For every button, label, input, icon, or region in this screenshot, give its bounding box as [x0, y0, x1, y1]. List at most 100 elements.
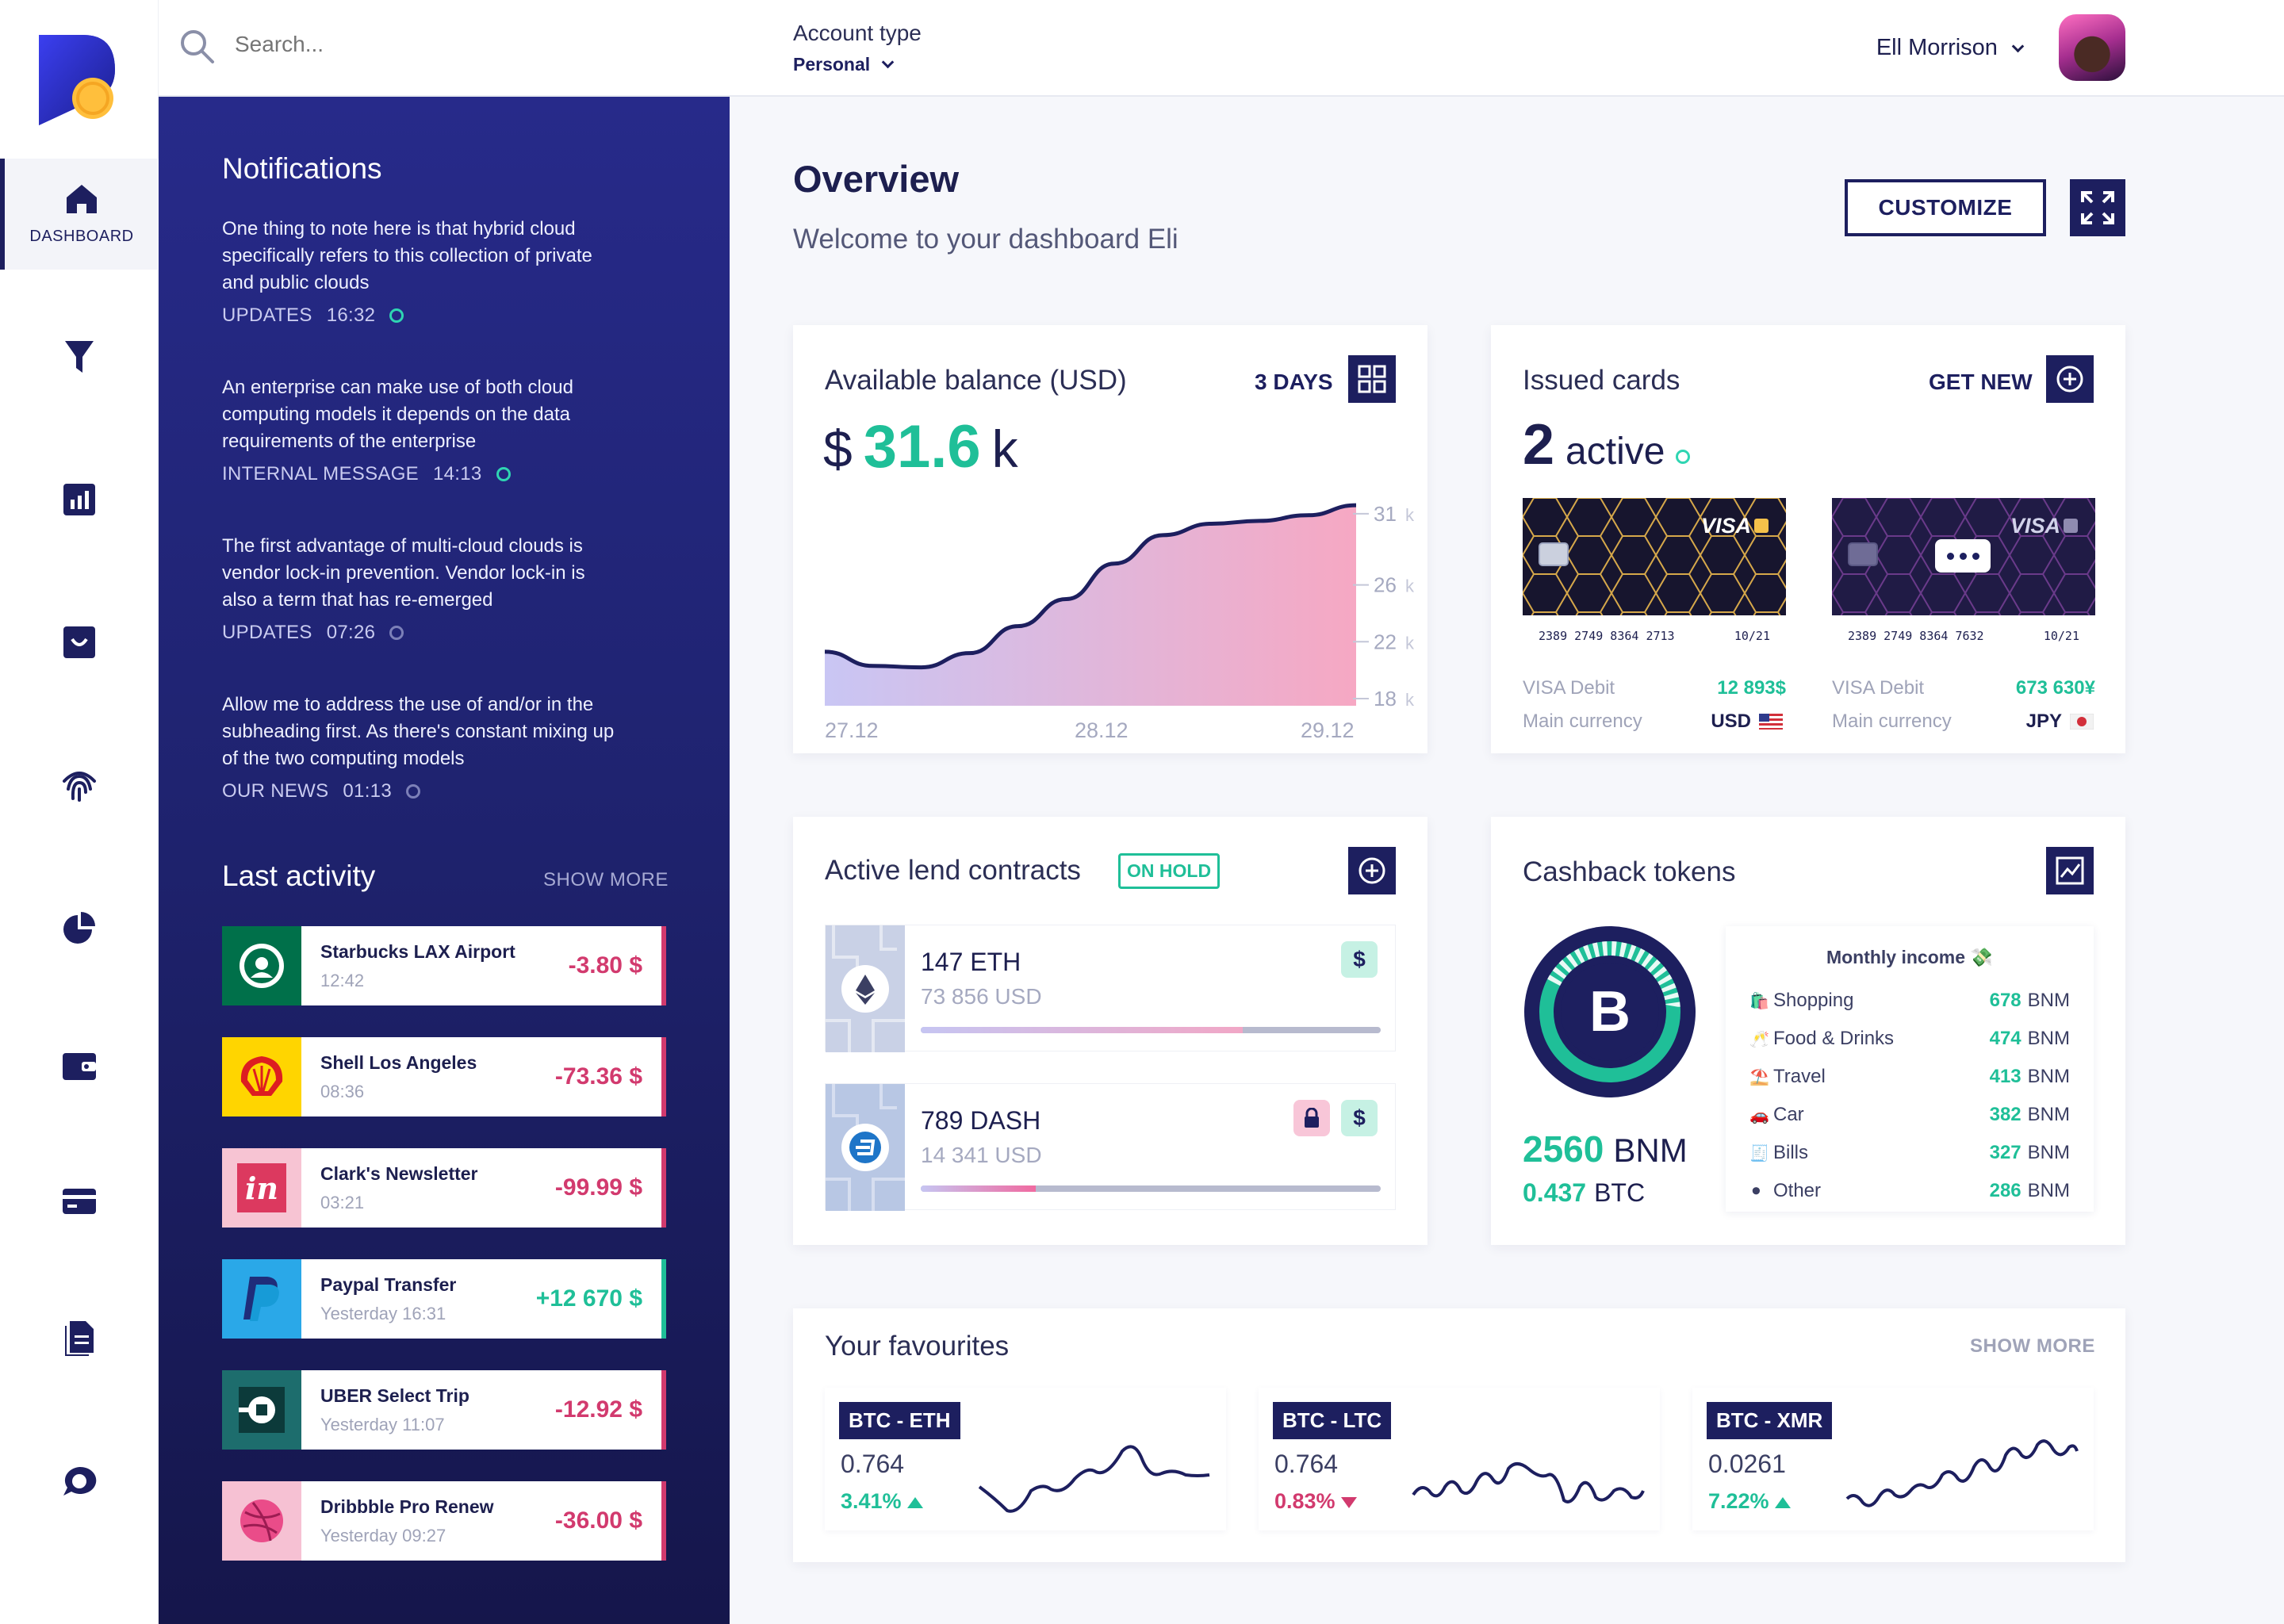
- card-chip-icon: [1539, 542, 1569, 566]
- favourite-pair-card[interactable]: BTC - ETH 0.764 3.41%: [825, 1388, 1226, 1530]
- notification-item[interactable]: The first advantage of multi-cloud cloud…: [222, 533, 619, 644]
- notification-item[interactable]: One thing to note here is that hybrid cl…: [222, 216, 619, 327]
- add-lend-button[interactable]: [1348, 847, 1396, 894]
- activity-show-more-link[interactable]: SHOW MORE: [543, 869, 669, 891]
- nav-wallet[interactable]: [0, 1011, 159, 1122]
- activity-merchant: UBER Select Trip: [320, 1385, 469, 1406]
- balance-area: [825, 505, 1356, 706]
- activity-amount-value: -12.92: [554, 1396, 623, 1423]
- expand-button[interactable]: [2070, 179, 2125, 236]
- app-logo[interactable]: [36, 32, 123, 127]
- notification-item[interactable]: An enterprise can make use of both cloud…: [222, 374, 619, 485]
- trend-chart-button[interactable]: [2046, 847, 2094, 894]
- search-icon[interactable]: [179, 29, 216, 65]
- activity-edge: [661, 1259, 666, 1339]
- income-label: Car: [1773, 1104, 1804, 1125]
- lend-thumb: [826, 925, 905, 1052]
- payment-card[interactable]: VISA 2389 2749 8364 7632 10/21: [1832, 498, 2095, 657]
- lend-item[interactable]: 789 DASH 14 341 USD $: [825, 1083, 1396, 1211]
- sparkline: [1412, 1462, 1645, 1503]
- y-tick-label: 26: [1374, 573, 1397, 597]
- nav-cards[interactable]: [0, 1146, 159, 1257]
- activity-merchant: Starbucks LAX Airport: [320, 940, 515, 962]
- activity-row[interactable]: UBER Select Trip Yesterday 11:07 -12.92 $: [222, 1370, 666, 1450]
- home-icon: [67, 184, 97, 213]
- dollar-icon[interactable]: $: [1341, 941, 1378, 978]
- pair-change-value: 0.83%: [1274, 1489, 1336, 1513]
- pair-change: 3.41%: [841, 1489, 924, 1514]
- favourites-card: Your favourites SHOW MORE BTC - ETH 0.76…: [793, 1308, 2125, 1562]
- btc-unit: BTC: [1594, 1178, 1646, 1207]
- payment-card[interactable]: VISA 2389 2749 8364 2713 10/21: [1523, 498, 1786, 657]
- nav-chat[interactable]: [0, 1426, 159, 1537]
- issued-cards-title: Issued cards: [1523, 365, 1680, 396]
- lend-progress-bar: [921, 1185, 1381, 1192]
- btc-amount-value: 0.437: [1523, 1178, 1587, 1207]
- pair-label: BTC - ETH: [839, 1402, 960, 1439]
- income-title: Monthly income 💸: [1726, 947, 2094, 968]
- get-new-card-link[interactable]: GET NEW: [1929, 370, 2033, 395]
- income-value: 413: [1989, 1066, 2021, 1087]
- top-bar: Account type Personal Ell Morrison: [159, 0, 2284, 97]
- lend-title: Active lend contracts: [825, 855, 1081, 886]
- customize-button[interactable]: CUSTOMIZE: [1845, 179, 2046, 236]
- activity-edge: [661, 926, 666, 1005]
- favourites-title: Your favourites: [825, 1331, 1010, 1362]
- paypal-logo-icon: [222, 1259, 301, 1339]
- activity-merchant: Dribbble Pro Renew: [320, 1496, 494, 1517]
- favourite-pair-card[interactable]: BTC - XMR 0.0261 7.22%: [1692, 1388, 2094, 1530]
- notification-category: OUR NEWS: [222, 780, 329, 802]
- favourites-show-more-link[interactable]: SHOW MORE: [1970, 1335, 2095, 1358]
- expand-icon: [2081, 191, 2114, 224]
- activity-amount: +12 670 $: [536, 1285, 661, 1312]
- activity-amount-value: -36.00: [554, 1507, 623, 1534]
- nav-inbox[interactable]: [0, 587, 159, 698]
- nav-security[interactable]: [0, 730, 159, 841]
- pair-label: BTC - LTC: [1273, 1402, 1392, 1439]
- income-row: 🚗 Car 382 BNM: [1749, 1101, 2070, 1129]
- money-icon: 💸: [1970, 947, 1994, 967]
- dot-icon: [1959, 552, 1967, 560]
- income-value: 474: [1989, 1028, 2021, 1049]
- income-unit: BNM: [2027, 990, 2070, 1011]
- lend-amount-value: 147: [921, 948, 964, 976]
- search-input[interactable]: [235, 32, 631, 57]
- account-type-select[interactable]: Personal: [793, 54, 894, 75]
- nav-dashboard[interactable]: DASHBOARD: [0, 159, 159, 270]
- lock-icon[interactable]: [1293, 1100, 1330, 1136]
- last-activity-title: Last activity: [222, 860, 376, 892]
- notification-time: 01:13: [343, 780, 392, 802]
- activity-row[interactable]: Shell Los Angeles 08:36 -73.36 $: [222, 1037, 666, 1116]
- card-brand: VISA: [2010, 514, 2060, 538]
- nav-documents[interactable]: [0, 1283, 159, 1394]
- nav-reports[interactable]: [0, 872, 159, 983]
- nav-filter[interactable]: [0, 301, 159, 412]
- lend-amount-value: 789: [921, 1106, 964, 1135]
- notification-item[interactable]: Allow me to address the use of and/or in…: [222, 691, 619, 802]
- lend-status-badge: ON HOLD: [1118, 853, 1221, 889]
- card-currency: JPY: [2025, 710, 2062, 732]
- account-type-label: Account type: [793, 21, 922, 45]
- token-amount-value: 2560: [1523, 1128, 1604, 1170]
- activity-amount-value: +12 670: [535, 1285, 623, 1312]
- favourite-pair-card[interactable]: BTC - LTC 0.764 0.83%: [1259, 1388, 1660, 1530]
- dollar-icon[interactable]: $: [1341, 1100, 1378, 1136]
- trending-chart-icon: [2056, 856, 2084, 885]
- avatar[interactable]: [2059, 14, 2125, 81]
- card-brand-badge-icon: [1754, 519, 1769, 533]
- dot-icon: [1946, 552, 1954, 560]
- card-more-button[interactable]: [1935, 539, 1991, 573]
- activity-row[interactable]: Starbucks LAX Airport 12:42 -3.80 $: [222, 926, 666, 1005]
- shopping-bag-icon: 🛍️: [1749, 992, 1769, 1010]
- cashback-card: Cashback tokens B 2560 BNM 0.437 BTC Mon…: [1491, 817, 2125, 1245]
- nav-stats[interactable]: [0, 444, 159, 555]
- activity-row[interactable]: Paypal Transfer Yesterday 16:31 +12 670 $: [222, 1259, 666, 1339]
- activity-amount-value: -99.99: [554, 1174, 623, 1201]
- activity-row[interactable]: Dribbble Pro Renew Yesterday 09:27 -36.00…: [222, 1481, 666, 1561]
- user-menu[interactable]: Ell Morrison: [1876, 35, 2025, 61]
- lend-item[interactable]: 147 ETH 73 856 USD $: [825, 925, 1396, 1052]
- activity-row[interactable]: in Clark's Newsletter 03:21 -99.99 $: [222, 1148, 666, 1228]
- add-card-button[interactable]: [2046, 355, 2094, 403]
- balance-card: Available balance (USD) 3 DAYS $ 31.6 k …: [793, 325, 1428, 753]
- card-currency: USD: [1711, 710, 1751, 732]
